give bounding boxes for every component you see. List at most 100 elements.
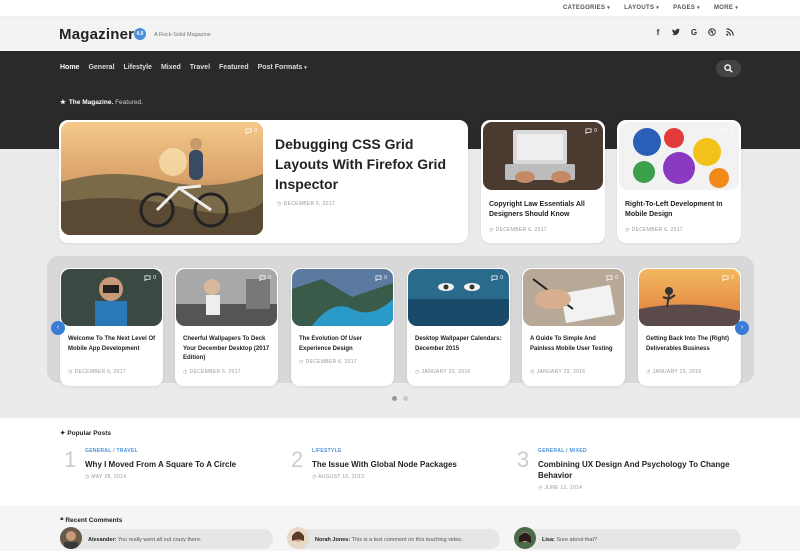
top-menu-more[interactable]: MORE ▾	[714, 5, 738, 11]
featured-heading: ★ The Magazine. Featured.	[60, 99, 143, 106]
dribbble-icon[interactable]	[708, 28, 716, 38]
popular-heading: ✦ Popular Posts	[60, 430, 111, 437]
comment-count: 0	[491, 275, 503, 281]
recent-comment[interactable]: Lisa: Sure about that?	[514, 527, 741, 549]
carousel-card[interactable]: 0 Desktop Wallpaper Calendars: December …	[407, 268, 510, 386]
site-logo[interactable]: Magaziner	[59, 26, 134, 43]
featured-main-card[interactable]: 0 Debugging CSS Grid Layouts With Firefo…	[59, 120, 468, 243]
comment-icon	[259, 275, 266, 281]
rss-icon[interactable]	[726, 28, 734, 38]
featured-side-date: ◷ DECEMBER 6, 2017	[489, 227, 547, 233]
popular-posts: ✦ Popular Posts 1 GENERAL / TRAVEL Why I…	[0, 418, 800, 506]
popular-title[interactable]: Combining UX Design And Psychology To Ch…	[538, 459, 743, 481]
search-icon	[724, 64, 733, 73]
popular-title[interactable]: Why I Moved From A Square To A Circle	[85, 459, 290, 470]
carousel-next-button[interactable]: ›	[735, 321, 749, 335]
popular-category[interactable]: LIFESTYLE	[312, 448, 342, 454]
google-icon[interactable]: G	[690, 28, 698, 38]
popular-post[interactable]: 2 LIFESTYLE The Issue With Global Node P…	[291, 447, 511, 498]
recent-comment[interactable]: Alexander: You really went all out crazy…	[60, 527, 273, 549]
popular-post[interactable]: 3 GENERAL / MIXED Combining UX Design An…	[517, 447, 737, 498]
carousel-image[interactable]: 0	[176, 269, 277, 326]
carousel-card[interactable]: 0 Welcome To The Next Level Of Mobile Ap…	[60, 268, 163, 386]
carousel-image[interactable]: 0	[61, 269, 162, 326]
top-bar: CATEGORIES ▾ LAYOUTS ▾ PAGES ▾ MORE ▾	[0, 0, 800, 17]
chevron-left-icon: ‹	[56, 324, 60, 331]
clock-icon: ◷	[530, 369, 535, 375]
carousel-card[interactable]: 0 A Guide To Simple And Painless Mobile …	[522, 268, 625, 386]
carousel-title[interactable]: The Evolution Of User Experience Design	[299, 335, 389, 354]
nav-item-general[interactable]: General	[88, 64, 114, 71]
carousel-dot-active[interactable]	[392, 396, 397, 401]
facebook-icon[interactable]: f	[654, 28, 662, 38]
comment-icon	[144, 275, 151, 281]
comment-icon	[375, 275, 382, 281]
clock-icon: ◷	[489, 227, 494, 233]
chevron-down-icon: ▾	[735, 5, 738, 11]
carousel-date: ◷ JANUARY 29, 2016	[415, 369, 471, 375]
clock-icon: ◷	[85, 474, 90, 480]
carousel-date: ◷ JANUARY 29, 2016	[646, 369, 702, 375]
carousel-title[interactable]: Cheerful Wallpapers To Deck Your Decembe…	[183, 335, 273, 364]
clock-icon: ◷	[415, 369, 420, 375]
carousel-date: ◷ DECEMBER 6, 2017	[299, 359, 357, 365]
carousel-card[interactable]: 0 Getting Back Into The (Right) Delivera…	[638, 268, 741, 386]
popular-rank: 3	[517, 447, 530, 472]
clock-icon: ◷	[312, 474, 317, 480]
popular-category[interactable]: GENERAL / TRAVEL	[85, 448, 138, 454]
featured-side-card[interactable]: 0 Right-To-Left Development In Mobile De…	[617, 120, 741, 243]
featured-side-title[interactable]: Copyright Law Essentials All Designers S…	[489, 200, 599, 220]
search-button[interactable]	[716, 60, 741, 77]
comment-count: 0	[144, 275, 156, 281]
popular-date: ◷ JUNE 13, 2014	[538, 485, 583, 491]
carousel-title[interactable]: Welcome To The Next Level Of Mobile App …	[68, 335, 158, 354]
featured-side-image[interactable]: 0	[483, 122, 603, 190]
featured-main-title[interactable]: Debugging CSS Grid Layouts With Firefox …	[275, 134, 455, 194]
popular-post[interactable]: 1 GENERAL / TRAVEL Why I Moved From A Sq…	[64, 447, 284, 498]
featured-main-date: ◷ DECEMBER 6, 2017	[277, 201, 335, 207]
top-menu-layouts[interactable]: LAYOUTS ▾	[624, 5, 659, 11]
star-icon: ★	[60, 99, 66, 106]
carousel-title[interactable]: Desktop Wallpaper Calendars: December 20…	[415, 335, 505, 354]
featured-side-image[interactable]: 0	[619, 122, 739, 190]
carousel-image[interactable]: 0	[639, 269, 740, 326]
nav-item-home[interactable]: Home	[60, 64, 79, 71]
carousel-image[interactable]: 0	[523, 269, 624, 326]
nav-item-lifestyle[interactable]: Lifestyle	[124, 64, 152, 71]
carousel-card[interactable]: 0 The Evolution Of User Experience Desig…	[291, 268, 394, 386]
clock-icon: ◷	[646, 369, 651, 375]
carousel-image[interactable]: 0	[292, 269, 393, 326]
carousel-card[interactable]: 0 Cheerful Wallpapers To Deck Your Decem…	[175, 268, 278, 386]
nav-item-post-formats[interactable]: Post Formats ▾	[258, 64, 307, 71]
comment-icon	[585, 128, 592, 134]
featured-side-title[interactable]: Right-To-Left Development In Mobile Desi…	[625, 200, 735, 220]
carousel-title[interactable]: Getting Back Into The (Right) Deliverabl…	[646, 335, 736, 354]
comment-icon	[245, 128, 252, 134]
popular-date: ◷ MAY 28, 2014	[85, 474, 127, 480]
top-menu-pages[interactable]: PAGES ▾	[673, 5, 700, 11]
top-menu-categories[interactable]: CATEGORIES ▾	[563, 5, 610, 11]
nav-item-travel[interactable]: Travel	[190, 64, 210, 71]
popular-category[interactable]: GENERAL / MIXED	[538, 448, 587, 454]
comment-count: 0	[722, 275, 734, 281]
popular-title[interactable]: The Issue With Global Node Packages	[312, 459, 517, 470]
chevron-right-icon: ›	[740, 324, 744, 331]
featured-main-image[interactable]: 0	[61, 122, 263, 235]
comments-icon: ❝	[60, 517, 64, 524]
comment-icon	[491, 275, 498, 281]
recent-comment[interactable]: Norah Jones: This is a test comment on t…	[287, 527, 500, 549]
clock-icon: ◷	[625, 227, 630, 233]
nav-item-mixed[interactable]: Mixed	[161, 64, 181, 71]
comment-icon	[606, 275, 613, 281]
carousel-image[interactable]: 0	[408, 269, 509, 326]
carousel-prev-button[interactable]: ‹	[51, 321, 65, 335]
nav-menu: Home General Lifestyle Mixed Travel Feat…	[60, 64, 307, 71]
twitter-icon[interactable]	[672, 28, 680, 38]
comment-count: 0	[375, 275, 387, 281]
featured-side-date: ◷ DECEMBER 6, 2017	[625, 227, 683, 233]
featured-side-card[interactable]: 0 Copyright Law Essentials All Designers…	[481, 120, 605, 243]
nav-item-featured[interactable]: Featured	[219, 64, 249, 71]
carousel-dot[interactable]	[403, 396, 408, 401]
carousel-title[interactable]: A Guide To Simple And Painless Mobile Us…	[530, 335, 620, 354]
carousel-date: ◷ DECEMBER 6, 2017	[68, 369, 126, 375]
